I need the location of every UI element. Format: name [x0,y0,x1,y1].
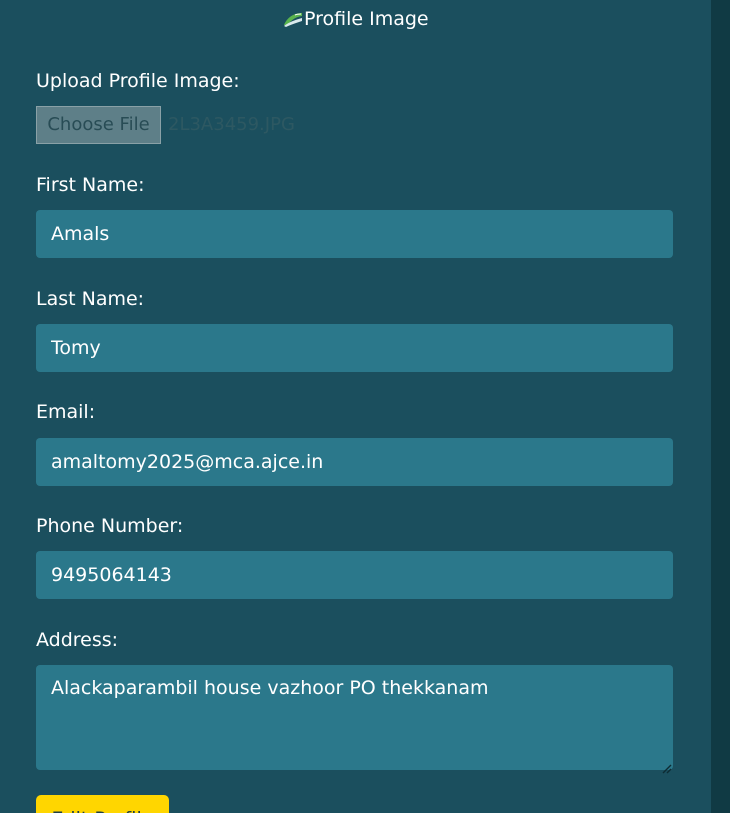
address-label: Address: [36,629,119,651]
broken-image-icon [283,11,303,27]
first-name-label: First Name: [36,174,145,196]
last-name-label: Last Name: [36,288,145,310]
phone-number-input[interactable] [36,551,673,599]
email-input[interactable] [36,438,673,486]
profile-form-page: Profile Image Upload Profile Image: Choo… [0,0,730,813]
last-name-input[interactable] [36,324,673,372]
upload-profile-image-label: Upload Profile Image: [36,70,240,92]
edit-profile-button[interactable]: Edit Profile [36,795,169,813]
selected-file-name: 2L3A3459.JPG [168,114,295,135]
right-scroll-area [711,0,730,813]
profile-image-alt-text: Profile Image [304,8,429,30]
address-textarea[interactable]: Alackaparambil house vazhoor PO thekkana… [36,665,673,770]
profile-image: Profile Image [283,8,429,30]
phone-number-label: Phone Number: [36,515,184,537]
choose-file-button[interactable]: Choose File [36,106,161,144]
email-label: Email: [36,401,96,423]
resize-handle-icon[interactable] [662,759,672,774]
first-name-input[interactable] [36,210,673,258]
file-upload-control[interactable]: Choose File 2L3A3459.JPG [36,106,295,144]
